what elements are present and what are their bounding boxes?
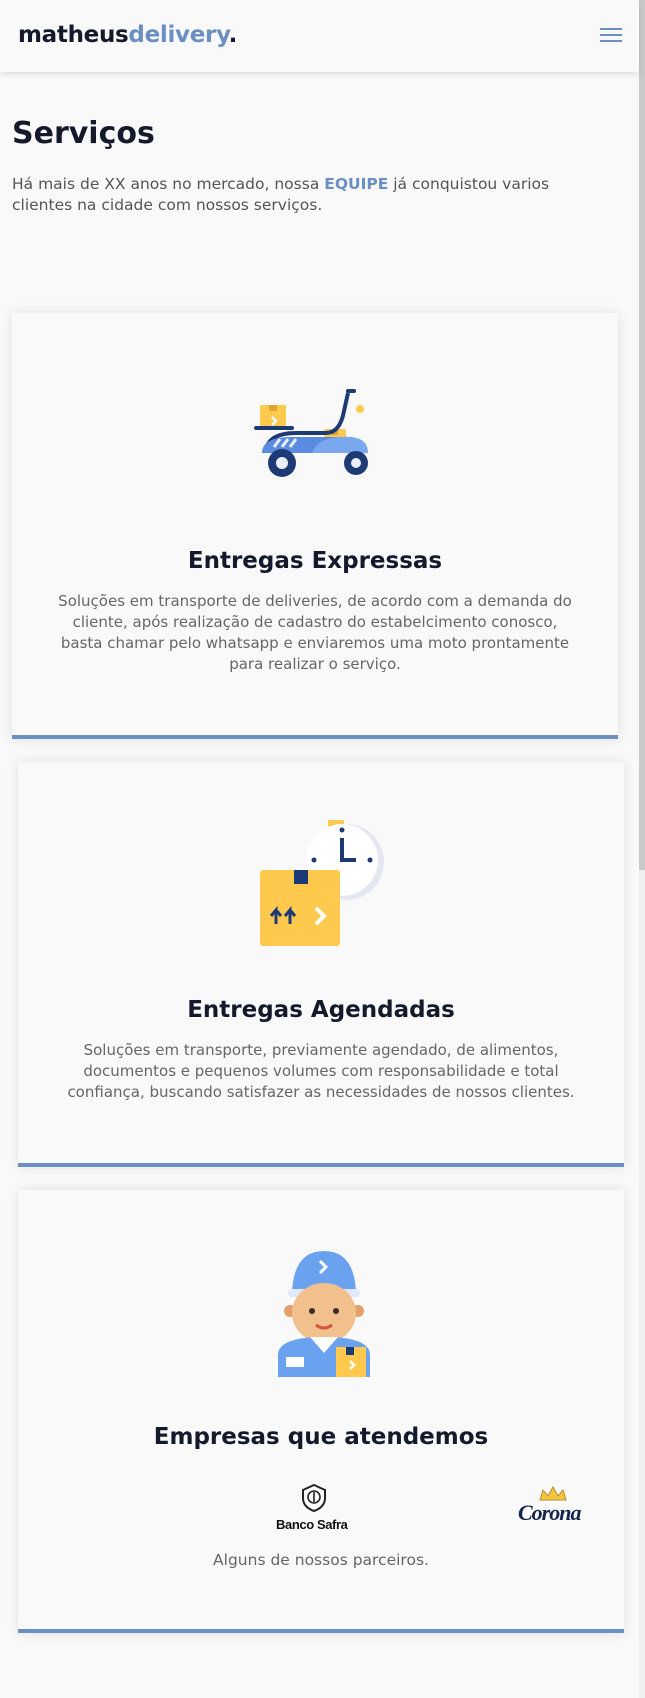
delivery-man-icon <box>278 1251 370 1377</box>
card-title: Entregas Expressas <box>187 548 443 574</box>
card-text: Soluções em transporte de deliveries, de… <box>58 592 572 673</box>
partner-banco-safra[interactable]: Banco Safra <box>274 1484 354 1536</box>
partners-card: Empresas que atendemos Banco Safra Coron… <box>18 1190 624 1633</box>
scheduled-package-clock-icon <box>260 820 384 946</box>
logo-part-1: matheus <box>18 22 129 48</box>
partner-name-corona: Corona <box>518 1500 581 1525</box>
hamburger-menu-icon[interactable] <box>600 26 622 44</box>
card-accent-bar <box>18 1163 624 1167</box>
intro-highlight: EQUIPE <box>324 175 389 193</box>
services-intro: Há mais de XX anos no mercado, nossa EQU… <box>12 174 612 216</box>
card-title: Entregas Agendadas <box>187 997 455 1023</box>
scooter-delivery-icon <box>254 389 368 477</box>
card-text: Soluções em transporte, previamente agen… <box>67 1041 575 1101</box>
service-card-scheduled: Entregas Agendadas Soluções em transport… <box>18 762 624 1167</box>
partner-corona[interactable]: Corona <box>516 1486 596 1530</box>
scrollbar[interactable] <box>639 0 645 1698</box>
logo-part-2: delivery <box>128 22 229 48</box>
page-title: Serviços <box>12 116 155 151</box>
service-card-express: Entregas Expressas Soluções em transport… <box>12 313 618 739</box>
partner-name-banco-safra: Banco Safra <box>276 1517 348 1532</box>
card-title: Empresas que atendemos <box>153 1424 489 1450</box>
card-accent-bar <box>18 1629 624 1633</box>
scrollbar-thumb[interactable] <box>639 0 645 870</box>
site-header: matheusdelivery. <box>0 0 639 72</box>
card-accent-bar <box>12 735 618 739</box>
logo[interactable]: matheusdelivery. <box>18 22 237 48</box>
logo-part-3: . <box>228 22 238 48</box>
intro-text-before: Há mais de XX anos no mercado, nossa <box>12 175 325 193</box>
partners-note: Alguns de nossos parceiros. <box>213 1551 429 1569</box>
banco-safra-logo <box>302 1484 326 1512</box>
